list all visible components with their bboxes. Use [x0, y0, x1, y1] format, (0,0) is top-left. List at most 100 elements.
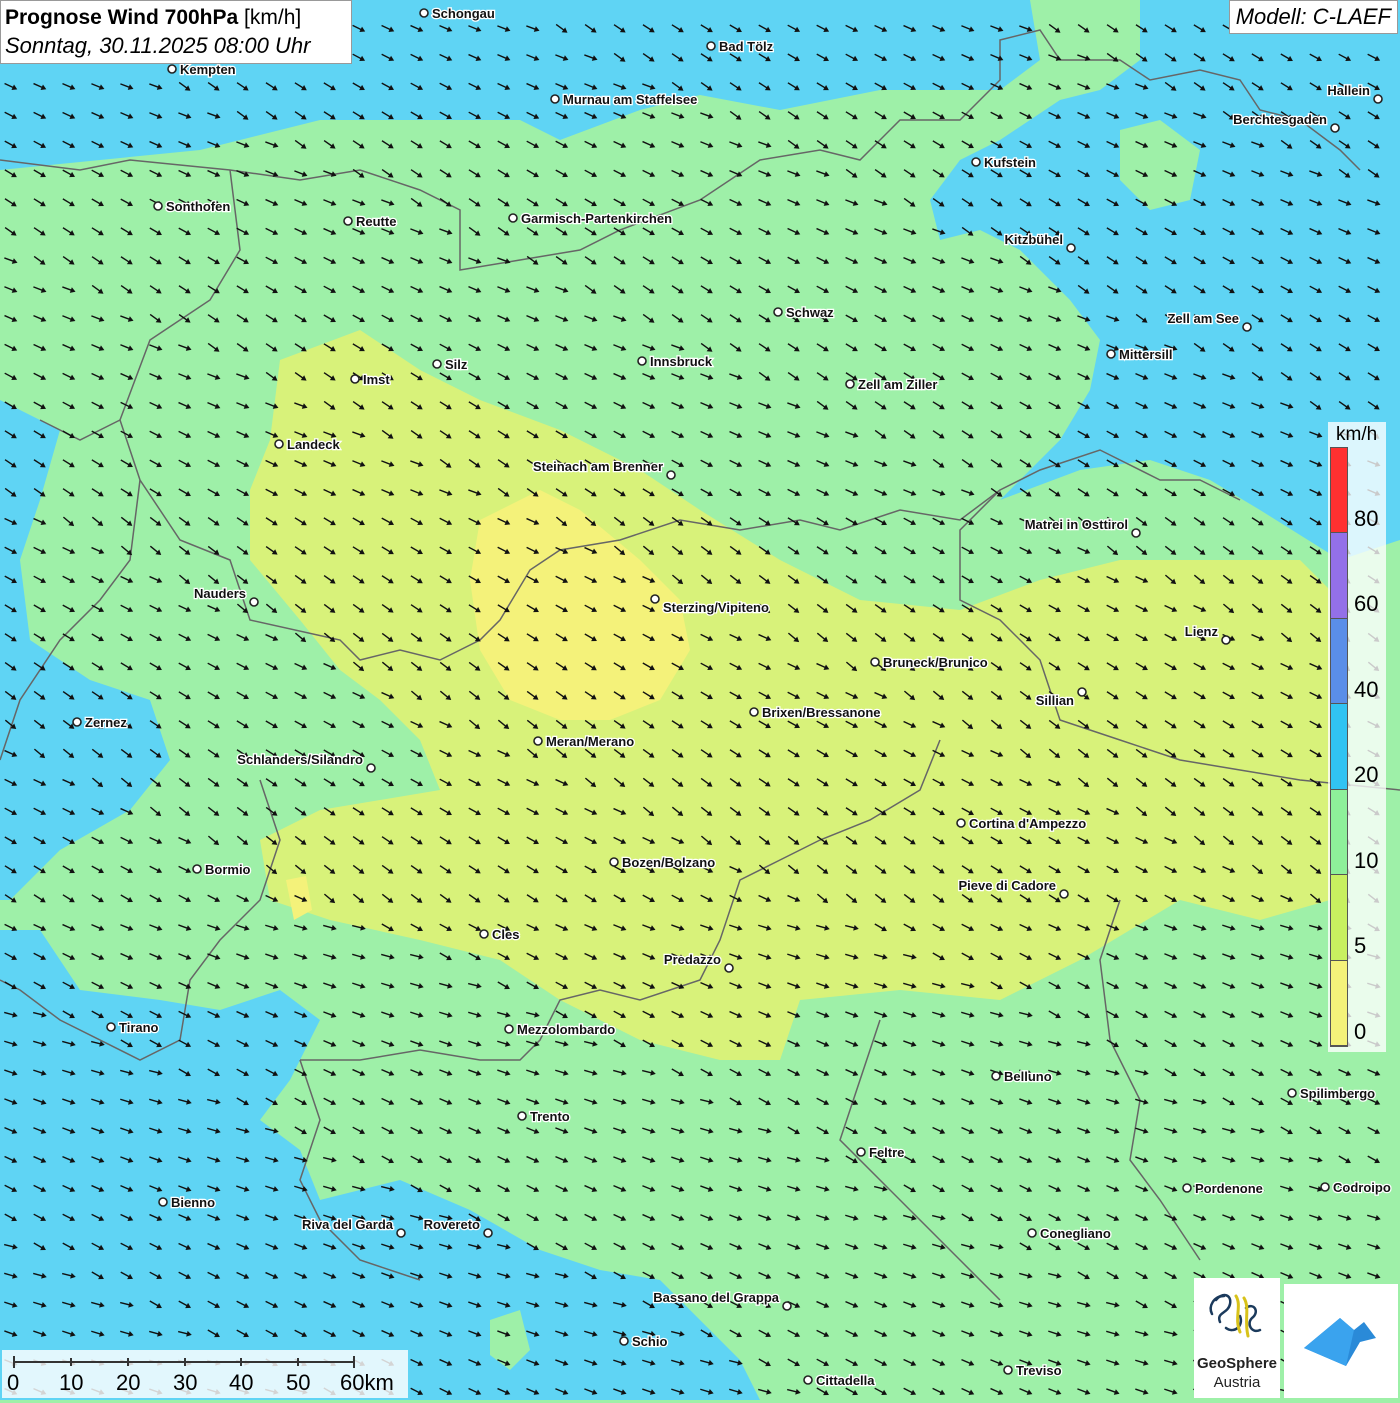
city-label: Meran/Merano [546, 734, 634, 749]
city-dot [956, 818, 966, 828]
city-marker[interactable]: Schongau [419, 5, 496, 22]
city-label: Conegliano [1040, 1226, 1111, 1241]
wetter-app-logo-icon [1304, 1318, 1376, 1366]
scale-label-40: 40 [229, 1370, 254, 1395]
geosphere-name: GeoSphere [1196, 1355, 1278, 1372]
legend-label: 10 [1354, 847, 1379, 873]
city-marker[interactable]: Mezzolombardo [504, 1021, 617, 1038]
city-dot [550, 94, 560, 104]
city-dot [1027, 1228, 1037, 1238]
city-dot [856, 1147, 866, 1157]
city-marker[interactable]: Spilimbergo [1287, 1085, 1376, 1102]
city-label: Sonthofen [166, 199, 230, 214]
legend-color-bar [1330, 447, 1348, 1047]
scale-label-0: 0 [7, 1370, 20, 1395]
city-dot [106, 1022, 116, 1032]
city-dot [650, 594, 660, 604]
city-label: Treviso [1016, 1363, 1062, 1378]
city-marker[interactable]: Innsbruck [637, 353, 714, 370]
city-label: Bienno [171, 1195, 215, 1210]
city-label: Brixen/Bressanone [762, 705, 881, 720]
legend-segment [1331, 875, 1347, 961]
city-label: Kufstein [984, 155, 1036, 170]
legend-segment [1331, 618, 1347, 705]
city-dot [619, 1336, 629, 1346]
city-dot [249, 597, 259, 607]
city-dot [153, 201, 163, 211]
city-label: Pordenone [1195, 1181, 1263, 1196]
title-panel: Prognose Wind 700hPa [km/h] Sonntag, 30.… [0, 0, 352, 64]
city-label: Feltre [869, 1145, 904, 1160]
city-label: Schlanders/Silandro [237, 752, 363, 767]
city-dot [870, 657, 880, 667]
city-label: Bormio [205, 862, 251, 877]
map-title-main: Prognose Wind 700hPa [5, 6, 239, 29]
color-legend: km/h 80 60 40 20 10 5 0 [1328, 422, 1386, 1052]
city-label: Bozen/Bolzano [622, 855, 715, 870]
city-marker[interactable]: Murnau am Staffelsee [550, 91, 699, 108]
city-dot [192, 864, 202, 874]
city-dot [1320, 1182, 1330, 1192]
city-label: Sillian [1036, 693, 1074, 708]
city-marker[interactable]: Bruneck/Brunico [870, 654, 989, 671]
city-marker[interactable]: Zell am Ziller [845, 376, 939, 393]
city-dot [483, 1228, 493, 1238]
city-marker[interactable]: Cortina d'Ampezzo [956, 815, 1088, 832]
city-marker[interactable]: Sonthofen [153, 198, 232, 215]
city-label: Matrei in Osttirol [1025, 517, 1128, 532]
city-marker[interactable]: Pordenone [1182, 1180, 1264, 1197]
city-label: Bad Tölz [719, 39, 774, 54]
city-dot [724, 963, 734, 973]
city-marker[interactable]: Meran/Merano [533, 733, 635, 750]
geosphere-logo[interactable]: GeoSphere Austria [1194, 1278, 1280, 1398]
city-label: Mezzolombardo [517, 1022, 615, 1037]
legend-unit: km/h [1336, 424, 1378, 445]
city-label: Lienz [1185, 624, 1219, 639]
legend-segment [1331, 704, 1347, 790]
city-dot [504, 1024, 514, 1034]
city-label: Riva del Garda [302, 1217, 394, 1232]
city-label: Rovereto [424, 1217, 480, 1232]
city-dot [971, 157, 981, 167]
city-label: Cles [492, 927, 519, 942]
city-dot [158, 1197, 168, 1207]
legend-label: 0 [1354, 1018, 1367, 1044]
city-marker[interactable]: Bozen/Bolzano [609, 854, 717, 871]
forecast-datetime: Sonntag, 30.11.2025 08:00 Uhr [5, 33, 311, 58]
city-label: Tirano [119, 1020, 159, 1035]
city-dot [1066, 243, 1076, 253]
city-label: Hallein [1327, 83, 1370, 98]
city-dot [803, 1375, 813, 1385]
city-label: Sterzing/Vipiteno [663, 600, 769, 615]
city-label: Bruneck/Brunico [883, 655, 988, 670]
wetter-app-logo[interactable] [1284, 1284, 1398, 1398]
scale-label-10: 10 [59, 1370, 84, 1395]
city-dot [666, 470, 676, 480]
city-dot [1077, 687, 1087, 697]
legend-label: 40 [1354, 676, 1379, 702]
city-dot [350, 374, 360, 384]
city-label: Innsbruck [650, 354, 713, 369]
city-label: Schongau [432, 6, 495, 21]
city-label: Kempten [180, 62, 236, 77]
wind-map[interactable]: Schongau Bad Tölz Kempten Murnau am Staffel… [0, 0, 1400, 1400]
city-marker[interactable]: Conegliano [1027, 1225, 1112, 1242]
map-title: Prognose Wind 700hPa [km/h] [5, 3, 347, 32]
city-marker[interactable]: Brixen/Bressanone [749, 704, 882, 721]
city-label: Reutte [356, 214, 396, 229]
city-dot [1003, 1365, 1013, 1375]
city-dot [706, 41, 716, 51]
city-dot [1131, 528, 1141, 538]
city-label: Bassano del Grappa [653, 1290, 779, 1305]
map-title-unit: [km/h] [238, 6, 302, 29]
scale-label-20: 20 [116, 1370, 141, 1395]
city-label: Schio [632, 1334, 667, 1349]
legend-segment [1331, 789, 1347, 876]
city-dot [419, 8, 429, 18]
city-label: Zell am Ziller [858, 377, 937, 392]
legend-label: 20 [1354, 762, 1379, 788]
city-label: Trento [530, 1109, 570, 1124]
city-marker[interactable]: Garmisch-Partenkirchen [508, 210, 673, 227]
city-dot [782, 1301, 792, 1311]
city-label: Garmisch-Partenkirchen [521, 211, 672, 226]
